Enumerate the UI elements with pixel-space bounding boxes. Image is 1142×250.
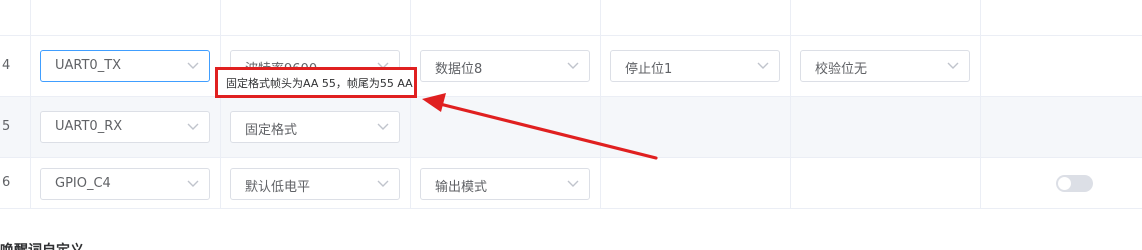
chevron-down-icon	[187, 180, 199, 187]
format-select[interactable]: 固定格式	[230, 111, 400, 143]
chevron-down-icon	[757, 62, 769, 69]
io-mode-value: 输出模式	[435, 180, 488, 195]
chevron-down-icon	[567, 180, 579, 187]
column-divider	[30, 0, 31, 209]
tooltip-text: 固定格式帧头为AA 55，帧尾为55 AA	[226, 77, 413, 90]
pin-select[interactable]: UART0_TX	[40, 50, 210, 82]
stop-bits-value: 停止位1	[625, 62, 673, 77]
pin-select[interactable]: UART0_RX	[40, 111, 210, 143]
io-mode-select[interactable]: 输出模式	[420, 168, 590, 200]
default-level-value: 默认低电平	[245, 180, 311, 195]
data-bits-value: 数据位8	[435, 62, 483, 77]
row-index: 6	[2, 175, 11, 190]
pin-select[interactable]: GPIO_C4	[40, 168, 210, 200]
chevron-down-icon	[187, 123, 199, 130]
parity-value: 校验位无	[815, 62, 868, 77]
chevron-down-icon	[187, 62, 199, 69]
table-row-previous	[0, 0, 1142, 36]
pin-select-value: UART0_TX	[55, 58, 122, 73]
column-divider	[220, 0, 221, 209]
row-index: 4	[2, 58, 11, 73]
row-index: 5	[2, 119, 11, 134]
column-divider	[790, 0, 791, 209]
pin-select-value: UART0_RX	[55, 119, 123, 134]
stop-bits-select[interactable]: 停止位1	[610, 50, 780, 82]
chevron-down-icon	[947, 62, 959, 69]
default-level-select[interactable]: 默认低电平	[230, 168, 400, 200]
column-divider	[410, 0, 411, 209]
enable-toggle[interactable]	[1056, 175, 1093, 192]
parity-select[interactable]: 校验位无	[800, 50, 970, 82]
chevron-down-icon	[377, 123, 389, 130]
pin-select-value: GPIO_C4	[55, 176, 111, 191]
pin-config-table-view: 4 UART0_TX 波特率9600 数据位8 停止位1 校验位无 5 UART…	[0, 0, 1142, 250]
toggle-knob	[1058, 177, 1071, 190]
column-divider	[980, 0, 981, 209]
data-bits-select[interactable]: 数据位8	[420, 50, 590, 82]
chevron-down-icon	[377, 180, 389, 187]
format-tooltip: 固定格式帧头为AA 55，帧尾为55 AA	[216, 68, 415, 96]
column-divider	[600, 0, 601, 209]
section-title: 唤醒词自定义	[0, 240, 84, 250]
chevron-down-icon	[567, 62, 579, 69]
format-value: 固定格式	[245, 123, 298, 138]
